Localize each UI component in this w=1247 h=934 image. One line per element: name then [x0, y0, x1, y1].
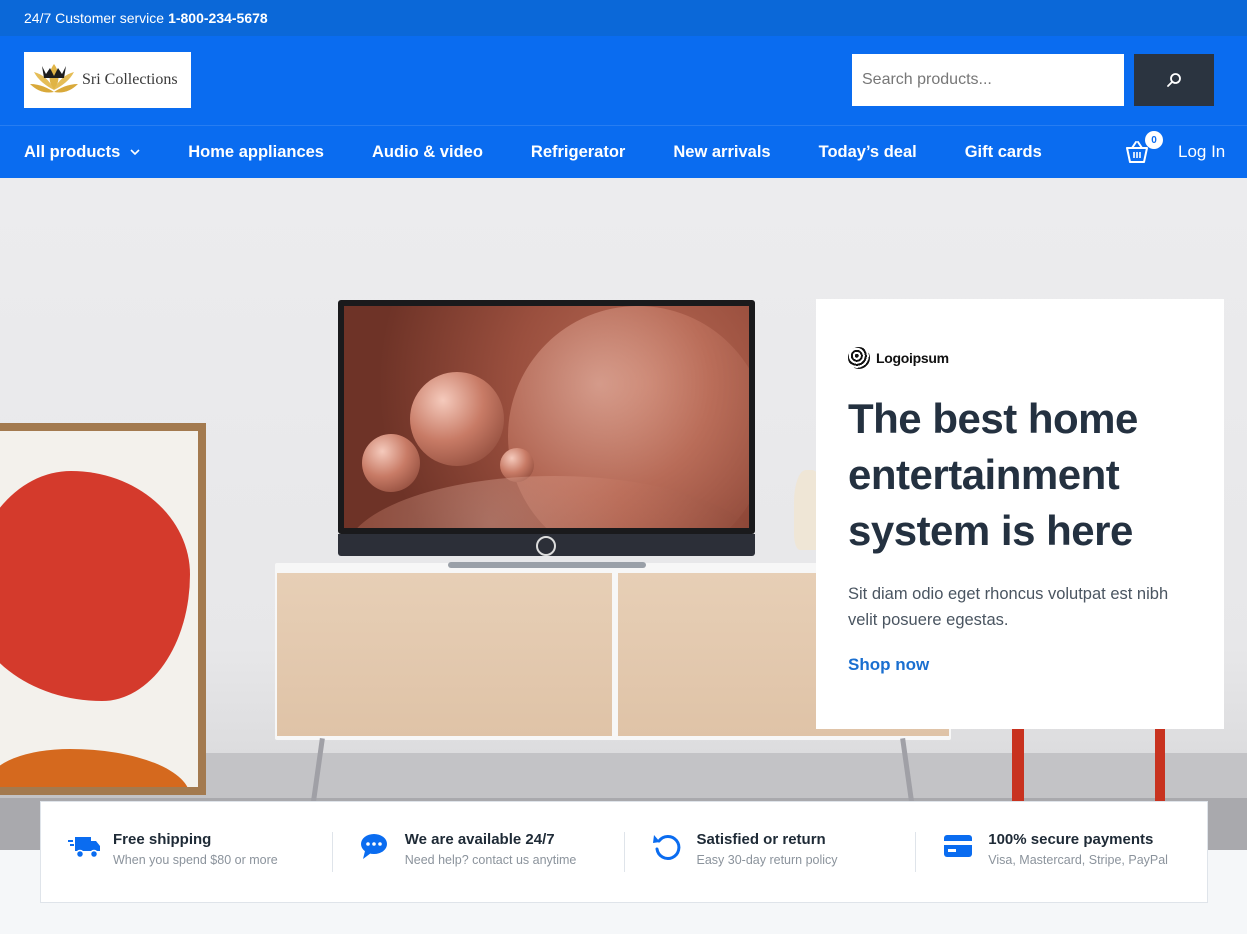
chat-icon [360, 834, 387, 859]
tv-logo-ring [536, 536, 556, 556]
features-bar: Free shipping When you spend $80 or more… [40, 801, 1208, 903]
nav-item-gift-cards[interactable]: Gift cards [965, 143, 1042, 162]
cart-count-badge: 0 [1145, 131, 1163, 149]
wall-art-image [0, 423, 206, 795]
search-button[interactable] [1134, 54, 1214, 106]
feature-title: Satisfied or return [696, 831, 826, 848]
hero-card: Logoipsum The best home entertainment sy… [816, 299, 1224, 729]
truck-icon [68, 837, 100, 859]
tv-screen [344, 306, 749, 528]
nav-item-todays-deal[interactable]: Today’s deal [819, 143, 917, 162]
nav-item-all-products[interactable]: All products [24, 143, 140, 162]
feature-title: We are available 24/7 [404, 831, 555, 848]
feature-title: Free shipping [113, 831, 212, 848]
search-icon [1167, 73, 1181, 87]
brand-name: Logoipsum [876, 350, 949, 366]
feature-item: 100% secure payments Visa, Mastercard, S… [915, 832, 1207, 872]
art-orange-shape [0, 749, 190, 787]
feature-subtitle: Need help? contact us anytime [404, 853, 577, 867]
top-bar: 24/7 Customer service 1-800-234-5678 [0, 0, 1247, 36]
art-red-shape [0, 471, 190, 701]
tv-stand [448, 562, 646, 568]
nav-item-label: All products [24, 142, 121, 161]
login-link[interactable]: Log In [1178, 142, 1225, 162]
site-header: Sri Collections Search products... [0, 36, 1247, 125]
nav-item-home-appliances[interactable]: Home appliances [188, 143, 324, 162]
chevron-down-icon [130, 149, 140, 155]
site-logo[interactable]: Sri Collections [24, 52, 191, 108]
credit-card-icon [944, 835, 973, 857]
logoipsum-icon [848, 347, 870, 369]
search-input[interactable]: Search products... [852, 54, 1124, 106]
feature-subtitle: Easy 30-day return policy [696, 853, 838, 867]
search-placeholder: Search products... [862, 71, 992, 88]
tv-image [338, 300, 755, 534]
feature-item: Satisfied or return Easy 30-day return p… [623, 831, 916, 872]
lotus-logo-icon [30, 64, 78, 93]
hero-banner: Logoipsum The best home entertainment sy… [0, 178, 1247, 850]
cabinet-drawer-left [277, 573, 612, 736]
logo-text: Sri Collections [82, 71, 178, 88]
feature-title: 100% secure payments [988, 831, 1154, 848]
nav-item-audio-video[interactable]: Audio & video [372, 143, 483, 162]
brand-logo: Logoipsum [848, 347, 1192, 369]
return-icon [652, 834, 680, 860]
bubble [410, 372, 504, 466]
shop-now-link[interactable]: Shop now [848, 655, 1192, 675]
hero-description: Sit diam odio eget rhoncus volutpat est … [848, 585, 1169, 629]
feature-item: Free shipping When you spend $80 or more [41, 832, 332, 872]
customer-service-label: 24/7 Customer service [24, 10, 165, 26]
phone-number[interactable]: 1-800-234-5678 [168, 10, 268, 26]
nav-item-new-arrivals[interactable]: New arrivals [673, 143, 770, 162]
feature-item: We are available 24/7 Need help? contact… [331, 831, 624, 872]
nav-item-refrigerator[interactable]: Refrigerator [531, 143, 625, 162]
bubble [362, 434, 420, 492]
main-nav: All products Home appliances Audio & vid… [0, 125, 1247, 178]
feature-subtitle: Visa, Mastercard, Stripe, PayPal [988, 853, 1168, 867]
feature-subtitle: When you spend $80 or more [113, 853, 278, 867]
hero-headline: The best home entertainment system is he… [848, 395, 1138, 554]
